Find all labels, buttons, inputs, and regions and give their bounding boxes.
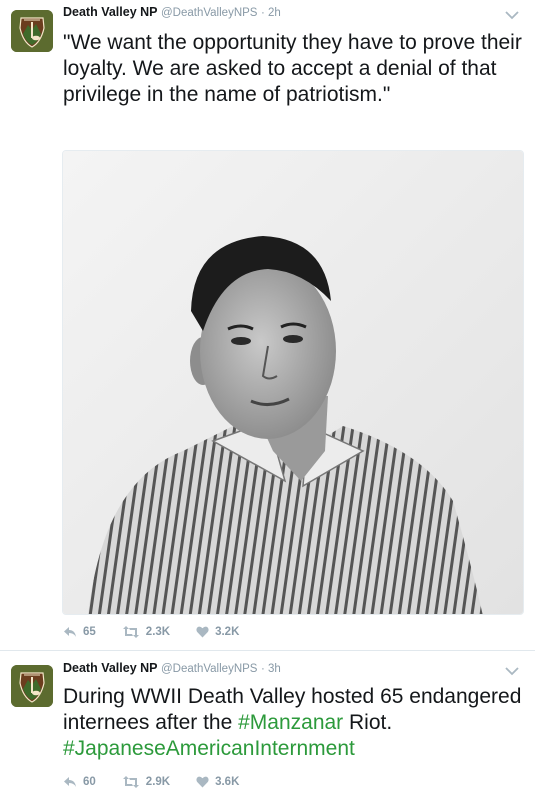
reply-count: 60	[83, 776, 96, 788]
like-count: 3.6K	[215, 776, 240, 788]
tweet-time[interactable]: · 2h	[261, 7, 281, 19]
retweet-icon	[122, 626, 139, 638]
like-count: 3.2K	[215, 626, 240, 638]
hashtag-link[interactable]: #Manzanar	[238, 711, 343, 734]
portrait-photo	[63, 151, 523, 614]
reply-icon	[64, 777, 76, 787]
author-name[interactable]: Death Valley NP	[63, 661, 158, 675]
tweet[interactable]: Death Valley NP @DeathValleyNPS · 3h Dur…	[0, 651, 535, 800]
tweet-text-part: Riot.	[343, 711, 393, 734]
chevron-down-icon[interactable]	[505, 663, 523, 681]
reply-count: 65	[83, 626, 96, 638]
reply-icon	[64, 627, 76, 637]
avatar[interactable]	[11, 665, 53, 707]
tweet-actions: 60 2.9K 3.6K	[63, 772, 265, 792]
tweet[interactable]: Death Valley NP @DeathValleyNPS · 2h "We…	[0, 0, 535, 650]
nps-arrowhead-logo-icon	[11, 665, 53, 707]
author-name[interactable]: Death Valley NP	[63, 5, 158, 19]
reply-button[interactable]: 60	[63, 776, 96, 788]
retweet-button[interactable]: 2.3K	[122, 626, 170, 638]
tweet-actions: 65 2.3K 3.2K	[63, 622, 265, 642]
heart-icon	[196, 626, 209, 638]
chevron-down-icon[interactable]	[505, 7, 523, 25]
retweet-count: 2.9K	[145, 776, 171, 788]
tweet-time[interactable]: · 3h	[261, 663, 281, 675]
heart-icon	[196, 776, 209, 788]
retweet-icon	[122, 776, 139, 788]
tweet-header: Death Valley NP @DeathValleyNPS · 3h	[63, 661, 281, 679]
tweet-text: During WWII Death Valley hosted 65 endan…	[63, 684, 523, 762]
tweet-header: Death Valley NP @DeathValleyNPS · 2h	[63, 5, 281, 23]
reply-button[interactable]: 65	[63, 626, 96, 638]
retweet-button[interactable]: 2.9K	[122, 776, 170, 788]
author-handle[interactable]: @DeathValleyNPS	[161, 663, 257, 675]
nps-arrowhead-logo-icon	[11, 10, 53, 52]
avatar[interactable]	[11, 10, 53, 52]
tweet-text: "We want the opportunity they have to pr…	[63, 31, 522, 106]
like-button[interactable]: 3.6K	[196, 776, 239, 788]
retweet-count: 2.3K	[145, 626, 171, 638]
tweet-photo[interactable]	[62, 150, 524, 615]
like-button[interactable]: 3.2K	[196, 626, 239, 638]
author-handle[interactable]: @DeathValleyNPS	[161, 7, 257, 19]
hashtag-link[interactable]: #JapaneseAmericanInternment	[63, 737, 355, 760]
